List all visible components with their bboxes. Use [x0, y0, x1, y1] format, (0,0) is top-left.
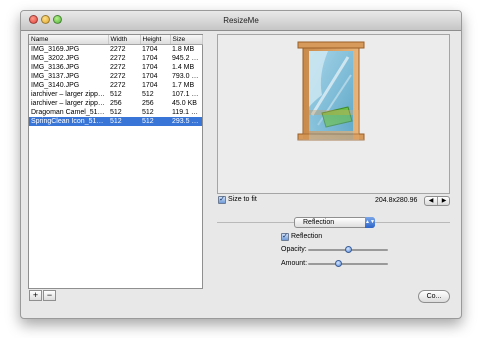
cell-name: SpringClean Icon_512x5...: [29, 117, 108, 126]
amount-slider-knob[interactable]: [334, 260, 342, 267]
remove-button[interactable]: −: [43, 290, 56, 301]
cell-name: IMG_3202.JPG: [31, 55, 80, 62]
cell-name: IMG_3169.JPG: [31, 46, 80, 53]
cell-size: 945.2 KB: [172, 55, 201, 62]
size-to-fit-label: Size to fit: [228, 196, 257, 203]
cell-height: 1704: [142, 55, 158, 62]
table-row[interactable]: iarchiver – larger zipper... 256 256 45.0 K…: [29, 99, 202, 108]
file-table: Name Width Height Size IMG_3169.JPG 2272 1…: [29, 35, 203, 126]
step-right-button[interactable]: ▶: [437, 197, 450, 205]
cell-size: 45.0 KB: [172, 100, 197, 107]
table-row[interactable]: iarchiver – larger zipper... 512 512 107.1 …: [29, 90, 202, 99]
table-row[interactable]: SpringClean Icon_512x5... 512 512 293.5 KB: [29, 117, 202, 126]
cell-height: 512: [140, 117, 170, 126]
size-to-fit-checkbox[interactable]: ✓: [218, 196, 226, 204]
table-row[interactable]: IMG_3136.JPG 2272 1704 1.4 MB: [29, 63, 202, 72]
effect-popup-value: Reflection: [303, 219, 335, 226]
cell-width: 2272: [110, 82, 126, 89]
checkmark-icon: ✓: [219, 196, 225, 203]
opacity-slider-knob[interactable]: [344, 246, 352, 253]
add-button[interactable]: +: [29, 290, 42, 301]
cell-name: IMG_3137.JPG: [31, 73, 80, 80]
column-header-name[interactable]: Name: [29, 35, 109, 45]
cell-name: Dragoman Camel_512x...: [31, 109, 108, 116]
window-cleaning-icon: [297, 41, 365, 173]
cell-name: iarchiver – larger zipper...: [31, 100, 108, 107]
cell-height: 1704: [142, 73, 158, 80]
up-down-arrows-icon: ▲▼: [365, 217, 375, 228]
table-row[interactable]: IMG_3137.JPG 2272 1704 793.0 KB: [29, 72, 202, 81]
file-list[interactable]: Name Width Height Size IMG_3169.JPG 2272 1…: [28, 34, 203, 289]
cell-size: 1.7 MB: [172, 82, 195, 89]
amount-label: Amount:: [281, 260, 308, 267]
cell-size: 293.5 KB: [170, 117, 202, 126]
table-row[interactable]: IMG_3140.JPG 2272 1704 1.7 MB: [29, 81, 202, 90]
column-header-height[interactable]: Height: [140, 35, 171, 45]
cell-height: 256: [142, 100, 154, 107]
opacity-slider[interactable]: [308, 246, 388, 253]
cell-size: 107.1 KB: [172, 91, 201, 98]
amount-slider[interactable]: [308, 260, 388, 267]
cell-height: 1704: [142, 46, 158, 53]
cell-width: 512: [110, 91, 122, 98]
cell-size: 1.4 MB: [172, 64, 195, 71]
cell-name: IMG_3136.JPG: [31, 64, 80, 71]
cell-name: IMG_3140.JPG: [31, 82, 80, 89]
column-header-width[interactable]: Width: [108, 35, 141, 45]
image-preview: [217, 34, 450, 194]
cell-size: 119.1 KB: [172, 109, 201, 116]
cell-width: 512: [108, 117, 140, 126]
cell-height: 1704: [142, 64, 158, 71]
convert-button[interactable]: Co...: [418, 290, 450, 303]
cell-size: 1.8 MB: [172, 46, 195, 53]
reflection-label: Reflection: [291, 233, 323, 240]
cell-width: 2272: [110, 55, 126, 62]
cell-size: 793.0 KB: [172, 73, 201, 80]
cell-width: 2272: [110, 73, 126, 80]
table-row[interactable]: Dragoman Camel_512x... 512 512 119.1 KB: [29, 108, 202, 117]
title-bar[interactable]: ResizeMe: [21, 11, 461, 31]
cell-width: 2272: [110, 64, 126, 71]
table-row[interactable]: IMG_3202.JPG 2272 1704 945.2 KB: [29, 54, 202, 63]
opacity-label: Opacity:: [281, 246, 307, 253]
cell-height: 512: [142, 91, 154, 98]
effect-popup[interactable]: Reflection ▲▼: [294, 217, 375, 228]
reflection-checkbox[interactable]: ✓: [281, 233, 289, 241]
window-title: ResizeMe: [223, 16, 259, 25]
step-left-button[interactable]: ◀: [425, 197, 437, 205]
dimensions-readout: 204.8x280.96: [375, 197, 418, 204]
cell-name: iarchiver – larger zipper...: [31, 91, 108, 98]
checkmark-icon: ✓: [282, 233, 288, 240]
column-header-size[interactable]: Size: [170, 35, 203, 45]
cell-height: 512: [142, 109, 154, 116]
cell-width: 256: [110, 100, 122, 107]
cell-width: 512: [110, 109, 122, 116]
table-row[interactable]: IMG_3169.JPG 2272 1704 1.8 MB: [29, 45, 202, 55]
cell-width: 2272: [110, 46, 126, 53]
cell-height: 1704: [142, 82, 158, 89]
size-stepper[interactable]: ◀ ▶: [424, 196, 450, 206]
